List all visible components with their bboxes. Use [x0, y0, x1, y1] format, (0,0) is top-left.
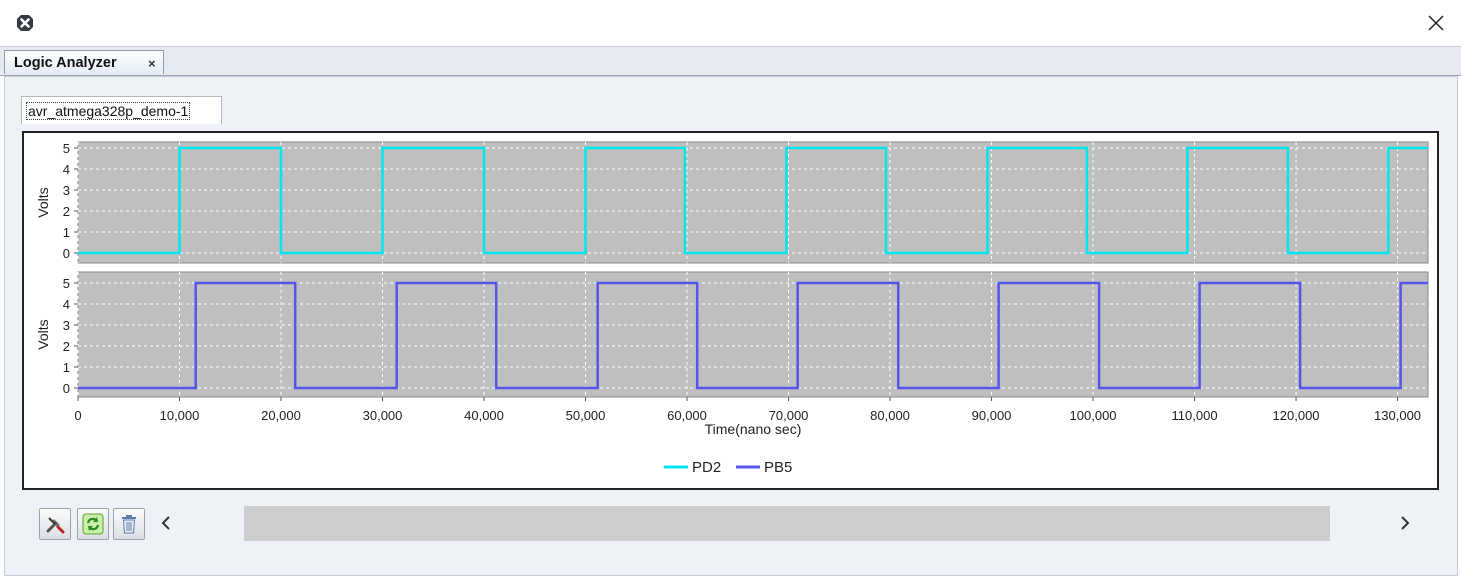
y-tick-label: 4 [63, 162, 70, 177]
trash-icon [122, 515, 136, 534]
tab-close-button[interactable]: × [148, 56, 156, 71]
editor-tabstrip: Logic Analyzer × [0, 47, 1461, 76]
x-tick-label: 90,000 [972, 408, 1012, 423]
tab-logic-analyzer[interactable]: Logic Analyzer × [4, 50, 164, 74]
y-tick-label: 5 [63, 141, 70, 156]
x-tick-label: 100,000 [1070, 408, 1117, 423]
refresh-icon [82, 513, 104, 535]
x-tick-label: 130,000 [1374, 408, 1421, 423]
refresh-button[interactable] [77, 508, 109, 540]
x-tick-label: 120,000 [1273, 408, 1320, 423]
x-tick-label: 80,000 [870, 408, 910, 423]
y-tick-label: 5 [63, 276, 70, 291]
horizontal-scrollbar[interactable] [244, 506, 1330, 541]
x-tick-label: 50,000 [566, 408, 606, 423]
window-titlebar [0, 0, 1461, 47]
y-tick-label: 0 [63, 246, 70, 261]
y-tick-label: 1 [63, 225, 70, 240]
x-tick-label: 20,000 [261, 408, 301, 423]
close-icon[interactable] [1427, 14, 1445, 32]
y-tick-label: 1 [63, 360, 70, 375]
y-tick-label: 3 [63, 318, 70, 333]
x-tick-label: 40,000 [464, 408, 504, 423]
x-tick-label: 0 [74, 408, 81, 423]
app-logo-icon [17, 15, 33, 31]
y-axis-label: Volts [35, 187, 51, 217]
tab-device[interactable]: avr_atmega328p_demo-1 [21, 96, 222, 124]
x-tick-label: 60,000 [667, 408, 707, 423]
settings-button[interactable] [39, 508, 71, 540]
y-tick-label: 2 [63, 339, 70, 354]
chevron-left-icon[interactable] [158, 513, 174, 533]
y-tick-label: 0 [63, 381, 70, 396]
x-tick-label: 30,000 [363, 408, 403, 423]
clear-button[interactable] [113, 508, 145, 540]
legend-label: PD2 [692, 459, 721, 476]
chevron-right-icon[interactable] [1397, 513, 1413, 533]
x-axis-label: Time(nano sec) [705, 421, 802, 437]
chart-frame: 0 1 2 3 4 5 Volts 0 1 2 3 4 5 Volts 0 10,000 20,000 30,00… [22, 131, 1439, 490]
tab-label: Logic Analyzer [14, 55, 117, 71]
plot-area [77, 271, 1429, 398]
y-tick-label: 4 [63, 297, 70, 312]
x-tick-label: 10,000 [160, 408, 200, 423]
y-axis-label: Volts [35, 319, 51, 349]
tools-icon [46, 517, 65, 534]
legend-label: PB5 [764, 459, 792, 476]
x-tick-label: 110,000 [1172, 408, 1218, 423]
y-tick-label: 2 [63, 204, 70, 219]
device-tab-label: avr_atmega328p_demo-1 [26, 102, 191, 120]
signal-chart: 0 1 2 3 4 5 Volts 0 1 2 3 4 5 Volts 0 10,000 20,000 30,00… [35, 141, 1429, 476]
y-tick-label: 3 [63, 183, 70, 198]
